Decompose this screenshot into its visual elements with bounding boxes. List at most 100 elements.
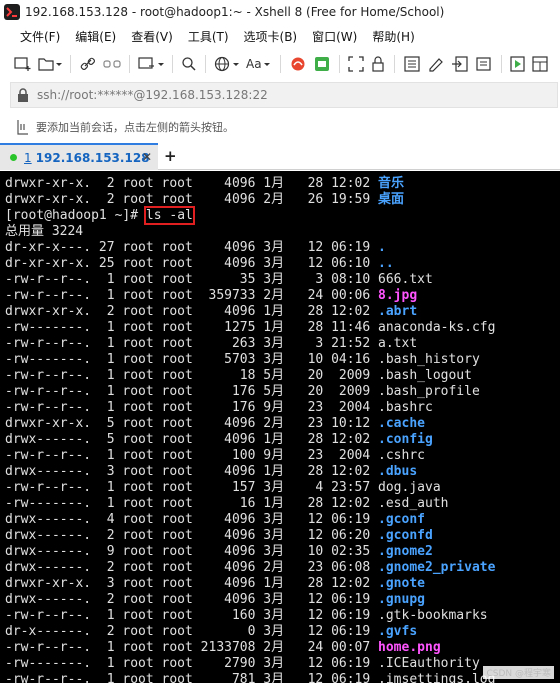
file-meta: -rw-------. 1 root root 16 1月 28 12:02 (5, 496, 379, 511)
lock-icon (371, 56, 384, 72)
listing-output: dr-xr-x---. 27 root root 4096 3月 12 06:1… (5, 240, 560, 683)
new-session-icon (14, 57, 31, 71)
file-name: .gtk-bookmarks (378, 608, 488, 623)
compose-button[interactable] (473, 53, 495, 75)
tab-label: 192.168.153.128 (35, 150, 150, 165)
file-name: .. (378, 256, 394, 271)
listing-line: -rw-r--r--. 1 root root 35 3月 3 08:10 66… (5, 272, 560, 288)
file-name: home.png (378, 640, 441, 655)
layout-button[interactable] (530, 53, 550, 75)
file-meta: -rw-r--r--. 1 root root 2133708 2月 24 00… (5, 640, 379, 655)
watermark: CSDN @程宇寒 (483, 666, 554, 679)
add-tab-button[interactable]: + (164, 147, 177, 165)
listing-line: -rw-r--r--. 1 root root 2133708 2月 24 00… (5, 640, 560, 656)
listing-line: dr-xr-x---. 27 root root 4096 3月 12 06:1… (5, 240, 560, 256)
session-hint-bar: 要添加当前会话，点击左侧的箭头按钮。 (0, 114, 560, 140)
menu-bar: 文件(F) 编辑(E) 查看(V) 工具(T) 选项卡(B) 窗口(W) 帮助(… (0, 24, 560, 48)
encoding-button[interactable] (212, 53, 242, 75)
file-meta: -rw-------. 1 root root 1275 1月 28 11:46 (5, 320, 379, 335)
shell-prompt: [root@hadoop1 ~]# (5, 208, 146, 223)
listing-line: drwx------. 2 root root 4096 2月 23 06:08… (5, 560, 560, 576)
highlight-button[interactable] (425, 53, 447, 75)
listing-line: -rw-r--r--. 1 root root 157 3月 4 23:57 d… (5, 480, 560, 496)
tab-bar: 1 192.168.153.128 ✕ + (0, 143, 560, 170)
reconnect-button[interactable] (77, 53, 99, 75)
file-meta: drwx------. 3 root root 4096 1月 28 12:02 (5, 464, 379, 479)
file-meta: -rw-------. 1 root root 5703 3月 10 04:16 (5, 352, 379, 367)
file-meta: dr-xr-xr-x. 25 root root 4096 3月 12 06:1… (5, 256, 379, 271)
file-meta: dr-x------. 2 root root 0 3月 12 06:19 (5, 624, 379, 639)
file-name: .cshrc (378, 448, 425, 463)
transfer-button[interactable] (449, 53, 471, 75)
script-button[interactable] (311, 53, 333, 75)
listing-line: drwxr-xr-x. 2 root root 4096 1月 28 12:02… (5, 176, 560, 192)
menu-edit[interactable]: 编辑(E) (75, 28, 116, 45)
command-line: [root@hadoop1 ~]# ls -al (5, 206, 560, 225)
file-name: .imsettings.log (378, 672, 496, 683)
listing-line: -rw-r--r--. 1 root root 100 9月 23 2004 .… (5, 448, 560, 464)
file-meta: drwx------. 5 root root 4096 1月 28 12:02 (5, 432, 379, 447)
menu-tools[interactable]: 工具(T) (188, 28, 229, 45)
file-meta: -rw-r--r--. 1 root root 100 9月 23 2004 (5, 448, 379, 463)
file-meta: drwx------. 2 root root 4096 3月 12 06:20 (5, 528, 379, 543)
menu-window[interactable]: 窗口(W) (312, 28, 357, 45)
lock-icon (18, 88, 28, 102)
file-name: .gconfd (378, 528, 433, 543)
address-bar[interactable]: ssh://root:******@192.168.153.128:22 (10, 82, 558, 108)
open-session-button[interactable] (36, 53, 64, 75)
fullscreen-button[interactable] (346, 53, 366, 75)
file-meta: drwx------. 4 root root 4096 3月 12 06:19 (5, 512, 379, 527)
file-name: .gconf (378, 512, 425, 527)
listing-line: dr-x------. 2 root root 0 3月 12 06:19 .g… (5, 624, 560, 640)
file-name: 666.txt (378, 272, 433, 287)
file-meta: drwxr-xr-x. 2 root root 4096 1月 28 12:02 (5, 176, 379, 191)
file-meta: drwx------. 2 root root 4096 2月 23 06:08 (5, 560, 379, 575)
menu-file[interactable]: 文件(F) (20, 28, 60, 45)
keyboard-icon (403, 56, 420, 72)
disconnect-button[interactable] (101, 53, 123, 75)
lock-button[interactable] (368, 53, 388, 75)
file-name: 桌面 (378, 192, 405, 207)
menu-tab[interactable]: 选项卡(B) (244, 28, 298, 45)
listing-line: drwxr-xr-x. 2 root root 4096 1月 28 12:02… (5, 304, 560, 320)
file-name: a.txt (378, 336, 418, 351)
file-name: .bash_history (378, 352, 480, 367)
tab-session[interactable]: 1 192.168.153.128 ✕ (0, 143, 158, 170)
menu-help[interactable]: 帮助(H) (372, 28, 414, 45)
file-meta: dr-xr-x---. 27 root root 4096 3月 12 06:1… (5, 240, 379, 255)
new-session-button[interactable] (12, 53, 34, 75)
menu-view[interactable]: 查看(V) (131, 28, 173, 45)
listing-line: drwx------. 2 root root 4096 3月 12 06:20… (5, 528, 560, 544)
file-name: .bash_profile (378, 384, 480, 399)
keyboard-button[interactable] (401, 53, 423, 75)
hint-text: 要添加当前会话，点击左侧的箭头按钮。 (36, 121, 234, 134)
add-session-icon[interactable] (16, 119, 30, 135)
file-meta: -rw-r--r--. 1 root root 18 5月 20 2009 (5, 368, 379, 383)
listing-line: -rw-r--r--. 1 root root 18 5月 20 2009 .b… (5, 368, 560, 384)
file-name: .dbus (378, 464, 418, 479)
font-button[interactable]: Aa (244, 53, 274, 75)
listing-line: drwxr-xr-x. 2 root root 4096 2月 26 19:59… (5, 192, 560, 208)
terminal[interactable]: drwxr-xr-x. 2 root root 4096 1月 28 12:02… (0, 171, 560, 683)
file-name: 8.jpg (378, 288, 418, 303)
file-meta: drwxr-xr-x. 5 root root 4096 2月 23 10:12 (5, 416, 379, 431)
listing-line: drwx------. 4 root root 4096 3月 12 06:19… (5, 512, 560, 528)
terminal-options-button[interactable] (136, 53, 166, 75)
file-name: .gnome2_private (378, 560, 496, 575)
file-meta: -rw-r--r--. 1 root root 176 9月 23 2004 (5, 400, 379, 415)
find-button[interactable] (179, 53, 199, 75)
toolbar: Aa (0, 50, 560, 78)
run-button[interactable] (508, 53, 528, 75)
tab-index: 1 (24, 150, 32, 165)
command-text: ls -al (143, 206, 195, 225)
xftp-button[interactable] (287, 53, 309, 75)
file-meta: -rw-r--r--. 1 root root 781 3月 12 06:19 (5, 672, 379, 683)
file-name: . (378, 240, 386, 255)
close-icon[interactable]: ✕ (142, 150, 152, 164)
file-meta: -rw-r--r--. 1 root root 359733 2月 24 00:… (5, 288, 379, 303)
file-meta: -rw-r--r--. 1 root root 176 5月 20 2009 (5, 384, 379, 399)
file-name: .esd_auth (378, 496, 449, 511)
enter-icon (451, 56, 468, 72)
listing-line: -rw-r--r--. 1 root root 263 3月 3 21:52 a… (5, 336, 560, 352)
xshell-logo-icon (4, 4, 20, 20)
